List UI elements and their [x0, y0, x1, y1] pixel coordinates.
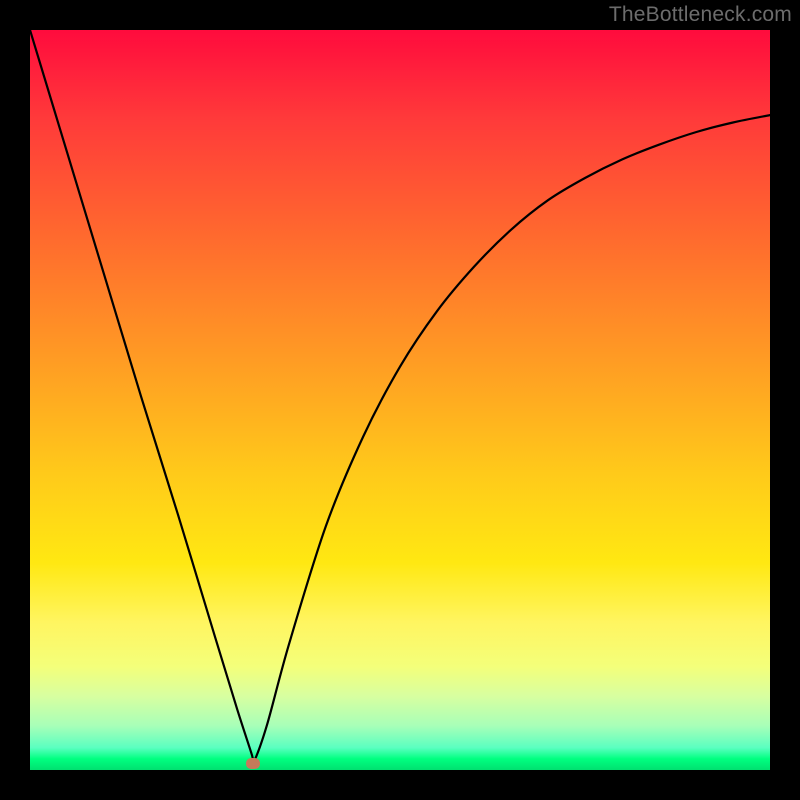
curve-svg: [30, 30, 770, 770]
minimum-marker: [246, 758, 260, 769]
watermark-text: TheBottleneck.com: [609, 3, 792, 27]
chart-frame: TheBottleneck.com: [0, 0, 800, 800]
bottleneck-curve: [30, 30, 770, 765]
plot-area: [30, 30, 770, 770]
